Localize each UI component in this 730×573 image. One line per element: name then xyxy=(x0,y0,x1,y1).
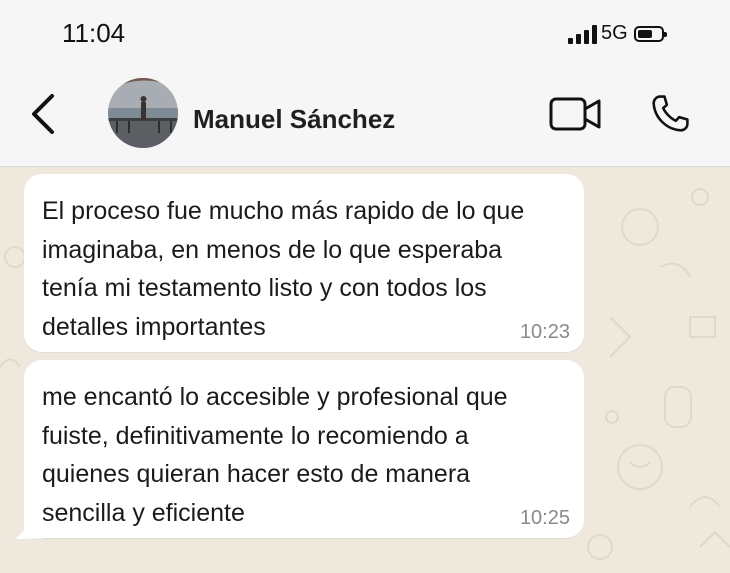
message-time: 10:23 xyxy=(519,321,570,343)
contact-name[interactable]: Manuel Sánchez xyxy=(193,104,395,135)
network-type: 5G xyxy=(601,22,628,44)
video-call-button[interactable] xyxy=(548,94,604,134)
phone-icon xyxy=(652,95,689,132)
avatar-photo xyxy=(108,78,178,148)
message-text: El proceso fue mucho más rapido de lo qu… xyxy=(42,197,525,341)
message-bubble[interactable]: me encantó lo accesible y profesional qu… xyxy=(24,360,584,538)
back-button[interactable] xyxy=(26,88,66,140)
status-indicators: 5G xyxy=(568,22,667,45)
chat-header: Manuel Sánchez xyxy=(0,68,730,167)
chat-area[interactable]: El proceso fue mucho más rapido de lo qu… xyxy=(0,167,730,573)
avatar[interactable] xyxy=(108,78,178,148)
status-bar: 11:04 5G xyxy=(0,0,730,68)
back-arrow-icon xyxy=(32,94,54,134)
voice-call-button[interactable] xyxy=(648,92,692,136)
video-call-icon xyxy=(549,97,601,131)
message-text: me encantó lo accesible y profesional qu… xyxy=(42,383,508,527)
battery-icon xyxy=(633,25,667,42)
message-time: 10:25 xyxy=(519,507,570,529)
status-time: 11:04 xyxy=(62,18,126,48)
signal-strength-icon xyxy=(568,24,597,44)
message-bubble[interactable]: El proceso fue mucho más rapido de lo qu… xyxy=(24,174,584,352)
